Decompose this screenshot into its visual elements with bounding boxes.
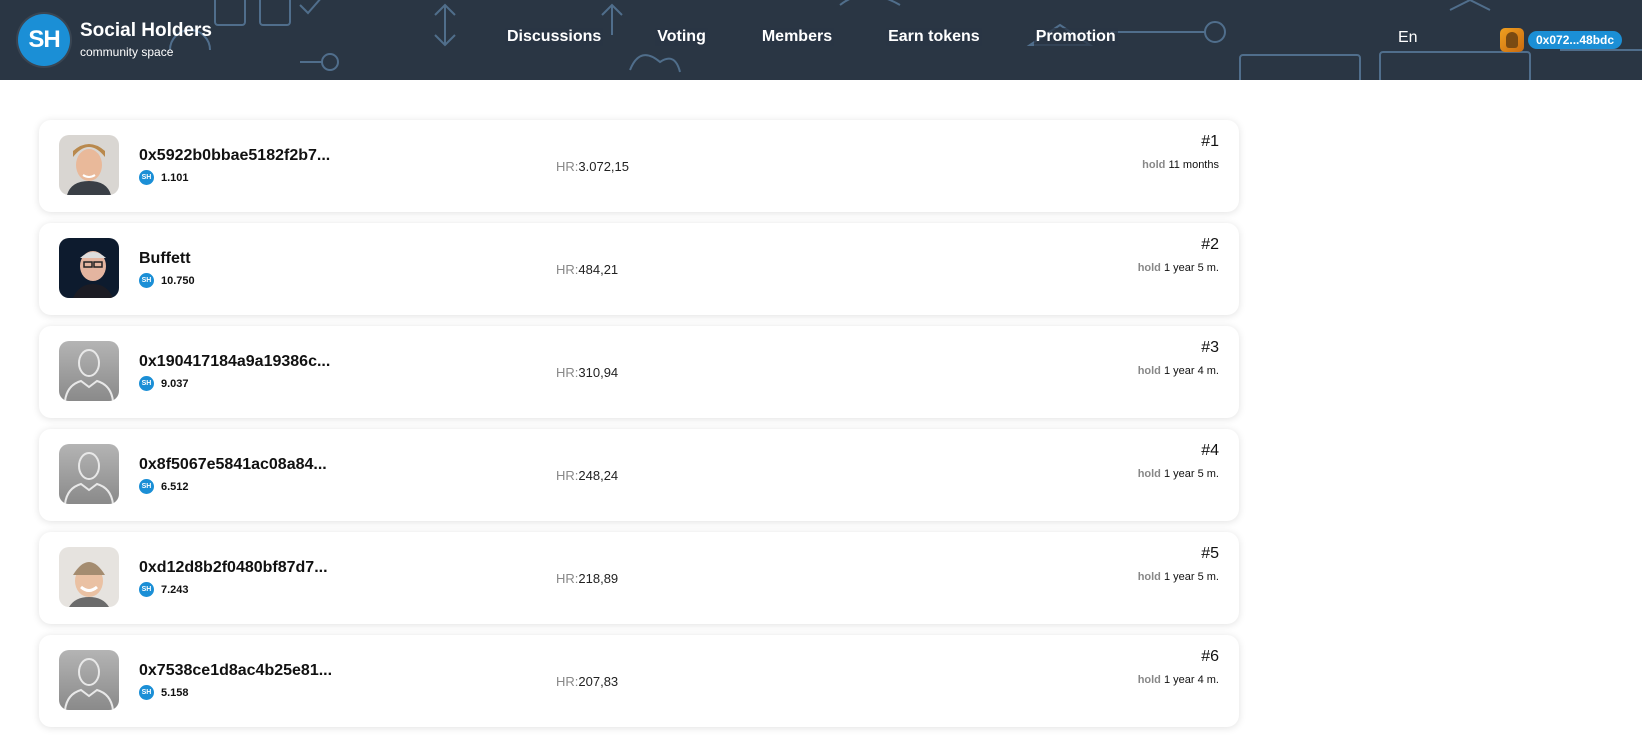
member-name[interactable]: 0x8f5067e5841ac08a84... bbox=[139, 456, 327, 474]
hr-value: 207,83 bbox=[578, 674, 619, 689]
nav-voting[interactable]: Voting bbox=[655, 28, 708, 46]
sh-token-icon: SH bbox=[139, 273, 154, 288]
language-selector[interactable]: En bbox=[1398, 29, 1418, 47]
balance-value: 7.243 bbox=[161, 583, 189, 596]
brand-subtitle: community space bbox=[80, 45, 174, 59]
hold-label: hold bbox=[1142, 159, 1166, 171]
member-name[interactable]: 0x190417184a9a19386c... bbox=[139, 353, 330, 371]
brand[interactable]: SH Social Holders community space bbox=[18, 14, 212, 66]
hr-value: 248,24 bbox=[578, 468, 619, 483]
hold-value: 1 year 5 m. bbox=[1163, 468, 1219, 480]
member-avatar[interactable] bbox=[59, 135, 119, 195]
wallet-button[interactable]: 0x072...48bdc bbox=[1500, 28, 1623, 52]
nav-members[interactable]: Members bbox=[759, 28, 835, 46]
sh-token-icon: SH bbox=[139, 582, 154, 597]
default-user-icon[interactable] bbox=[59, 650, 119, 710]
hold-value: 1 year 5 m. bbox=[1163, 262, 1219, 274]
hold-value: 1 year 4 m. bbox=[1163, 674, 1219, 686]
balance-value: 6.512 bbox=[161, 480, 189, 493]
rank-badge: #2 bbox=[1201, 236, 1219, 253]
hr-label: HR: bbox=[556, 365, 579, 380]
member-name[interactable]: 0xd12d8b2f0480bf87d7... bbox=[139, 559, 328, 577]
sh-token-icon: SH bbox=[139, 376, 154, 391]
hold-label: hold bbox=[1137, 571, 1161, 583]
default-user-icon[interactable] bbox=[59, 444, 119, 504]
hr-score: HR:207,83 bbox=[556, 674, 618, 689]
member-card[interactable]: Buffett SH 10.750 HR:484,21 #2 hold 1 ye… bbox=[39, 223, 1239, 315]
member-name[interactable]: Buffett bbox=[139, 250, 191, 268]
hr-value: 218,89 bbox=[578, 571, 619, 586]
nav-promotion[interactable]: Promotion bbox=[1033, 28, 1118, 46]
rank-badge: #1 bbox=[1201, 133, 1219, 150]
member-balance: SH 5.158 bbox=[139, 685, 189, 700]
nav-discussions[interactable]: Discussions bbox=[505, 28, 604, 46]
rank-badge: #5 bbox=[1201, 545, 1219, 562]
hr-value: 310,94 bbox=[578, 365, 619, 380]
member-balance: SH 10.750 bbox=[139, 273, 195, 288]
hr-score: HR:248,24 bbox=[556, 468, 618, 483]
default-user-icon[interactable] bbox=[59, 341, 119, 401]
hr-score: HR:3.072,15 bbox=[556, 159, 629, 174]
hr-label: HR: bbox=[556, 674, 579, 689]
member-card[interactable]: 0x190417184a9a19386c... SH 9.037 HR:310,… bbox=[39, 326, 1239, 418]
member-name[interactable]: 0x7538ce1d8ac4b25e81... bbox=[139, 662, 332, 680]
hr-score: HR:218,89 bbox=[556, 571, 618, 586]
hold-duration: hold 1 year 5 m. bbox=[1138, 571, 1219, 583]
member-card[interactable]: 0xd12d8b2f0480bf87d7... SH 7.243 HR:218,… bbox=[39, 532, 1239, 624]
hr-label: HR: bbox=[556, 262, 579, 277]
hold-label: hold bbox=[1137, 262, 1161, 274]
sh-token-icon: SH bbox=[139, 170, 154, 185]
wallet-avatar bbox=[1500, 28, 1524, 52]
sh-token-icon: SH bbox=[139, 685, 154, 700]
members-list: 0x5922b0bbae5182f2b7... SH 1.101 HR:3.07… bbox=[39, 120, 1239, 738]
hold-value: 1 year 5 m. bbox=[1163, 571, 1219, 583]
hold-label: hold bbox=[1137, 468, 1161, 480]
main-nav: Discussions Voting Members Earn tokens P… bbox=[505, 28, 1170, 46]
sh-logo-icon[interactable]: SH bbox=[18, 14, 70, 66]
hold-duration: hold 1 year 4 m. bbox=[1138, 674, 1219, 686]
rank-badge: #4 bbox=[1201, 442, 1219, 459]
hr-score: HR:310,94 bbox=[556, 365, 618, 380]
nav-earn-tokens[interactable]: Earn tokens bbox=[886, 28, 982, 46]
brand-title: Social Holders bbox=[80, 20, 212, 41]
top-header: SH Social Holders community space Discus… bbox=[0, 0, 1642, 80]
member-card[interactable]: 0x8f5067e5841ac08a84... SH 6.512 HR:248,… bbox=[39, 429, 1239, 521]
member-card[interactable]: 0x7538ce1d8ac4b25e81... SH 5.158 HR:207,… bbox=[39, 635, 1239, 727]
wallet-address: 0x072...48bdc bbox=[1528, 31, 1623, 49]
hold-duration: hold 1 year 4 m. bbox=[1138, 365, 1219, 377]
rank-badge: #3 bbox=[1201, 339, 1219, 356]
balance-value: 5.158 bbox=[161, 686, 189, 699]
member-card[interactable]: 0x5922b0bbae5182f2b7... SH 1.101 HR:3.07… bbox=[39, 120, 1239, 212]
hr-score: HR:484,21 bbox=[556, 262, 618, 277]
balance-value: 9.037 bbox=[161, 377, 189, 390]
member-balance: SH 9.037 bbox=[139, 376, 189, 391]
member-balance: SH 1.101 bbox=[139, 170, 189, 185]
member-avatar[interactable] bbox=[59, 238, 119, 298]
hold-value: 11 months bbox=[1168, 159, 1219, 171]
member-balance: SH 6.512 bbox=[139, 479, 189, 494]
hold-value: 1 year 4 m. bbox=[1163, 365, 1219, 377]
balance-value: 10.750 bbox=[161, 274, 195, 287]
hold-duration: hold 1 year 5 m. bbox=[1138, 468, 1219, 480]
rank-badge: #6 bbox=[1201, 648, 1219, 665]
member-avatar[interactable] bbox=[59, 547, 119, 607]
hold-duration: hold 1 year 5 m. bbox=[1138, 262, 1219, 274]
hold-label: hold bbox=[1137, 365, 1161, 377]
hr-label: HR: bbox=[556, 571, 579, 586]
hold-label: hold bbox=[1137, 674, 1161, 686]
balance-value: 1.101 bbox=[161, 171, 189, 184]
sh-token-icon: SH bbox=[139, 479, 154, 494]
hold-duration: hold 11 months bbox=[1142, 159, 1219, 171]
member-name[interactable]: 0x5922b0bbae5182f2b7... bbox=[139, 147, 330, 165]
hr-label: HR: bbox=[556, 159, 579, 174]
hr-label: HR: bbox=[556, 468, 579, 483]
hr-value: 484,21 bbox=[578, 262, 619, 277]
member-balance: SH 7.243 bbox=[139, 582, 189, 597]
hr-value: 3.072,15 bbox=[578, 159, 629, 174]
